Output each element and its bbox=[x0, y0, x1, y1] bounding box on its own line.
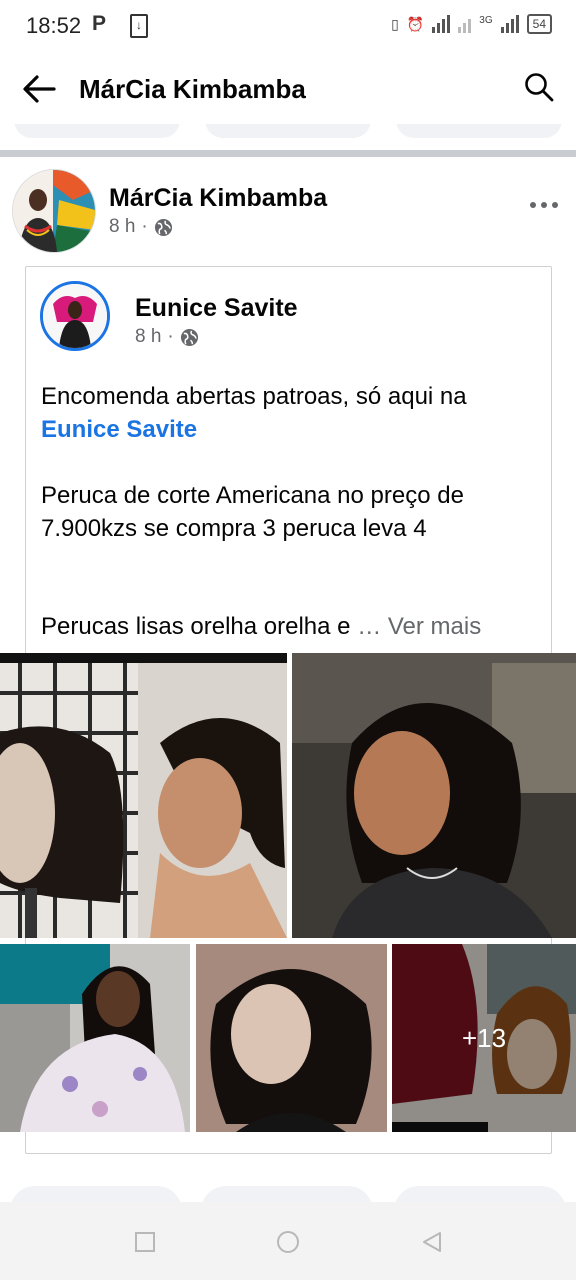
globe-icon bbox=[154, 218, 172, 236]
page-mention-link[interactable]: Eunice Savite bbox=[41, 413, 541, 446]
status-bar: 18:52 P ↓ ▯ ⏰ 3G 54 bbox=[0, 0, 576, 52]
nav-home-icon[interactable] bbox=[276, 1230, 300, 1254]
signal-icon bbox=[432, 15, 451, 33]
status-icons: ▯ ⏰ 3G 54 bbox=[391, 14, 552, 34]
post-text-truncated: Perucas lisas orelha orelha e bbox=[41, 613, 351, 640]
author-avatar[interactable] bbox=[12, 169, 96, 253]
meta-dot: · bbox=[141, 216, 148, 237]
back-arrow-icon[interactable] bbox=[22, 74, 56, 104]
post-text-paragraph-3: Perucas lisas orelha orelha e … Ver mais bbox=[41, 610, 541, 643]
post-header: MárCia Kimbamba 8 h · bbox=[0, 166, 576, 256]
post-photo-2[interactable] bbox=[292, 653, 576, 938]
parking-notification-icon: P bbox=[92, 12, 107, 35]
section-separator bbox=[0, 150, 576, 157]
status-time: 18:52 bbox=[26, 13, 82, 38]
author-name[interactable]: MárCia Kimbamba bbox=[109, 184, 327, 213]
signal-3-icon bbox=[500, 15, 519, 33]
post-photo-3[interactable] bbox=[0, 944, 190, 1132]
post-text-paragraph-2: Peruca de corte Americana no preço de 7.… bbox=[41, 482, 464, 542]
globe-icon bbox=[180, 328, 198, 346]
signal-2-icon bbox=[458, 15, 472, 33]
post-photo-4[interactable] bbox=[196, 944, 387, 1132]
alarm-icon: ⏰ bbox=[406, 15, 425, 32]
nav-recent-icon[interactable] bbox=[133, 1230, 157, 1254]
page-avatar[interactable] bbox=[40, 281, 110, 351]
post-text-paragraph-1: Encomenda abertas patroas, só aqui na Eu… bbox=[41, 380, 541, 446]
shared-post-time[interactable]: 8 h bbox=[135, 326, 161, 348]
search-icon[interactable] bbox=[524, 72, 554, 102]
previous-actions-row bbox=[0, 124, 576, 140]
post-photo-5[interactable]: +13 bbox=[392, 944, 576, 1132]
post-meta: 8 h · bbox=[109, 216, 173, 238]
post-text-line: Encomenda abertas patroas, só aqui na bbox=[41, 383, 467, 410]
network-type: 3G bbox=[479, 14, 493, 26]
download-notification-icon: ↓ bbox=[130, 14, 148, 38]
post-photo-1[interactable] bbox=[0, 653, 287, 938]
meta-dot: · bbox=[167, 326, 174, 347]
previous-action-button[interactable] bbox=[396, 124, 562, 138]
vibrate-icon: ▯ bbox=[391, 15, 399, 32]
more-photos-overlay[interactable]: +13 bbox=[392, 944, 576, 1132]
previous-action-button[interactable] bbox=[14, 124, 180, 138]
more-dots-icon[interactable] bbox=[530, 202, 558, 208]
app-bar: MárCia Kimbamba bbox=[0, 52, 576, 124]
page-title: MárCia Kimbamba bbox=[79, 74, 306, 104]
previous-action-button[interactable] bbox=[205, 124, 371, 138]
see-more-link[interactable]: Ver mais bbox=[388, 613, 481, 640]
nav-back-icon[interactable] bbox=[420, 1230, 444, 1254]
ellipsis: … bbox=[357, 613, 382, 640]
battery-icon: 54 bbox=[526, 14, 552, 34]
more-photos-count: +13 bbox=[461, 1022, 507, 1053]
system-nav-bar bbox=[0, 1202, 576, 1280]
post-time[interactable]: 8 h bbox=[109, 216, 135, 238]
shared-post-meta: 8 h · bbox=[135, 326, 199, 348]
page-name[interactable]: Eunice Savite bbox=[135, 294, 298, 323]
